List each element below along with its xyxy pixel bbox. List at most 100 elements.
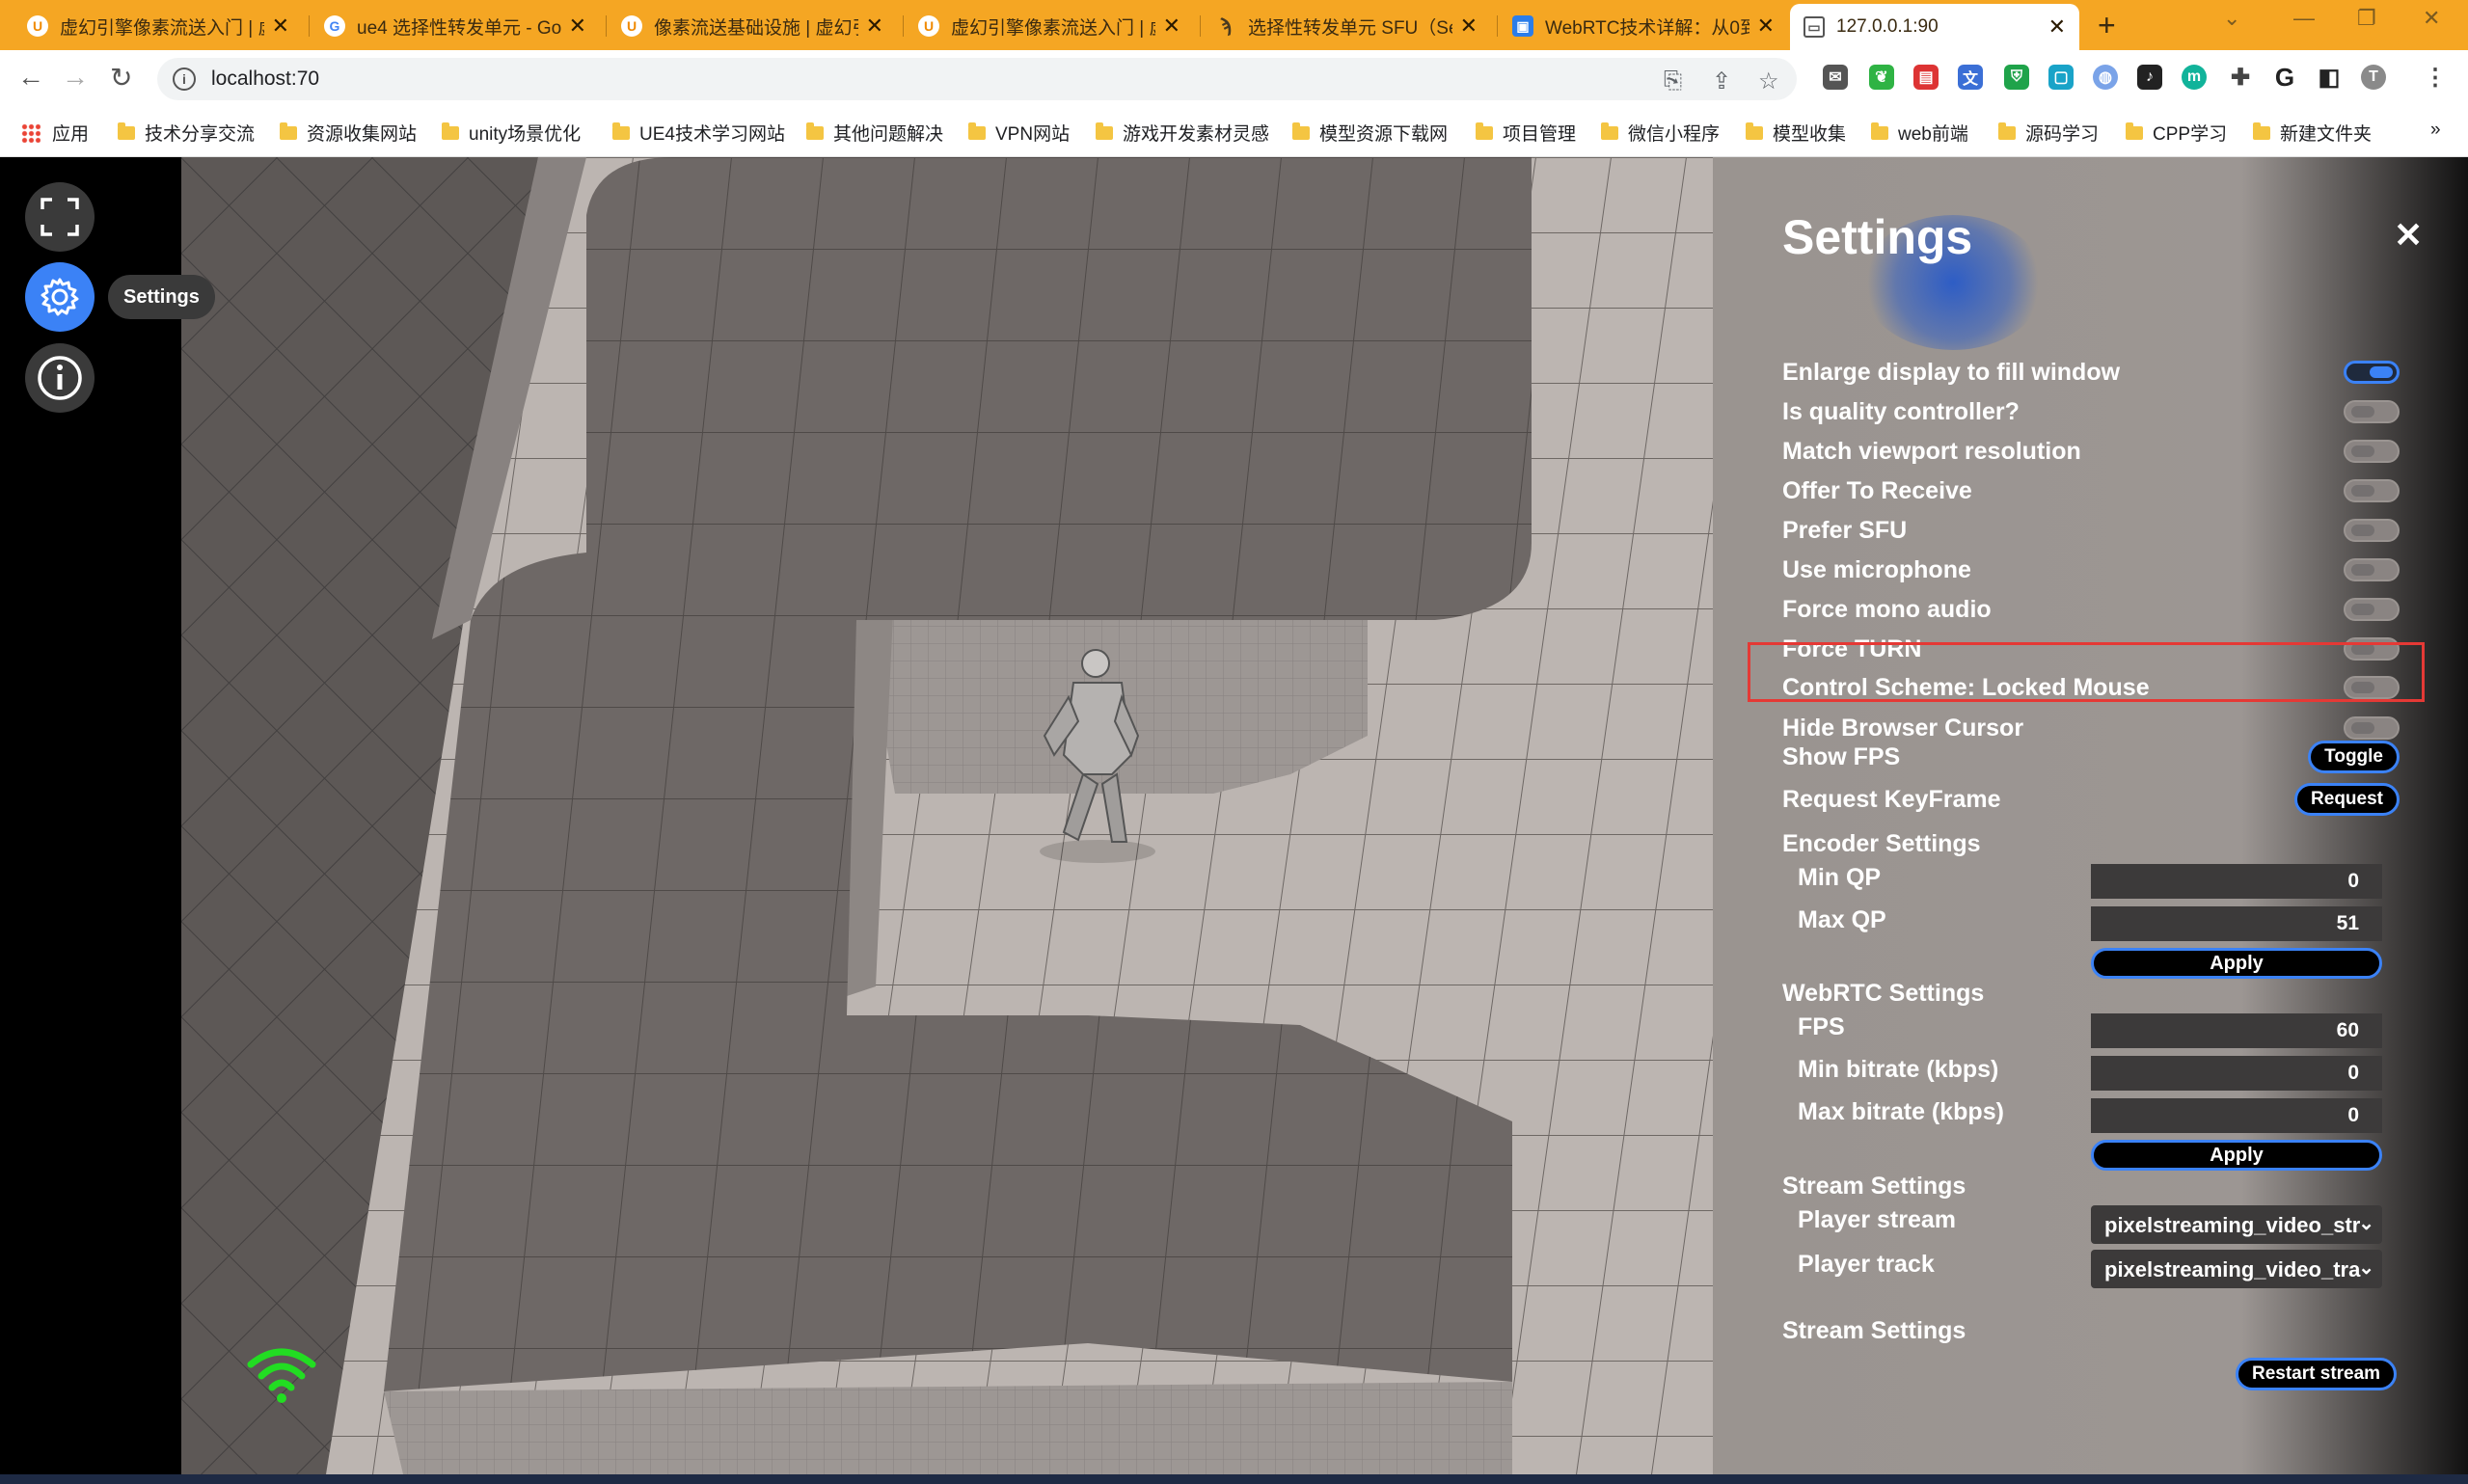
stream-settings-heading: Stream Settings: [1782, 1173, 1966, 1200]
tab-active[interactable]: ▭ 127.0.0.1:90 ✕: [1790, 4, 2079, 50]
shield-ext-icon[interactable]: ⛨: [2004, 65, 2029, 90]
bookmark-folder[interactable]: UE4技术学习网站: [612, 120, 785, 146]
tab-close-icon[interactable]: ✕: [272, 13, 289, 39]
tab-4[interactable]: U 虚幻引擎像素流送入门 | 虚 ✕: [905, 6, 1194, 46]
address-text[interactable]: localhost:70: [211, 67, 319, 91]
book-ext-icon[interactable]: ▤: [1913, 65, 1939, 90]
forward-icon[interactable]: →: [62, 62, 89, 93]
sidepanel-icon[interactable]: ◧: [2317, 65, 2342, 91]
tab-title: 像素流送基础设施 | 虚幻引: [654, 17, 858, 39]
request-keyframe-button[interactable]: Request: [2294, 783, 2400, 816]
folder-icon: [968, 121, 986, 140]
translate-icon[interactable]: ⎘: [1664, 67, 1682, 94]
setting-row: Prefer SFU: [1782, 513, 2400, 548]
evernote-ext-icon[interactable]: ❦: [1869, 65, 1894, 90]
bookmark-folder[interactable]: 其他问题解决: [806, 120, 943, 146]
player-stream-label: Player stream: [1798, 1206, 1957, 1233]
bookmark-folder[interactable]: web前端: [1871, 120, 1968, 146]
webrtc-apply-button[interactable]: Apply: [2091, 1140, 2382, 1171]
tab-close-icon[interactable]: ✕: [1163, 13, 1180, 39]
tab-6[interactable]: ▣ WebRTC技术详解：从0到 ✕: [1499, 6, 1788, 46]
setting-toggle[interactable]: [2344, 479, 2400, 502]
bookmarks-bar: 应用 技术分享交流 资源收集网站 unity场景优化 UE4技术学习网站 其他问…: [0, 108, 2468, 157]
player-track-select[interactable]: pixelstreaming_video_tra ⌄: [2091, 1250, 2382, 1288]
bookmark-folder[interactable]: unity场景优化: [442, 120, 581, 146]
bookmark-folder[interactable]: VPN网站: [968, 120, 1070, 146]
tab-5[interactable]: ϡ 选择性转发单元 SFU（Sel ✕: [1202, 6, 1491, 46]
setting-toggle[interactable]: [2344, 361, 2400, 384]
back-icon[interactable]: ←: [17, 62, 44, 93]
settings-button[interactable]: [25, 262, 95, 332]
setting-toggle[interactable]: [2344, 400, 2400, 423]
max-qp-input[interactable]: 51: [2091, 906, 2382, 941]
profile-avatar[interactable]: T: [2361, 65, 2386, 90]
tab-strip: U 虚幻引擎像素流送入门 | 虚 ✕ G ue4 选择性转发单元 - Go ✕ …: [0, 0, 2468, 50]
apps-grid-icon: [21, 122, 41, 143]
tab-close-icon[interactable]: ✕: [1757, 13, 1775, 39]
min-bitrate-input[interactable]: 0: [2091, 1056, 2382, 1091]
maximize-icon[interactable]: ❐: [2357, 6, 2376, 31]
minimize-icon[interactable]: —: [2293, 6, 2315, 31]
info-button[interactable]: [25, 343, 95, 413]
bookmark-folder[interactable]: 项目管理: [1476, 120, 1576, 146]
close-icon[interactable]: ✕: [2394, 215, 2423, 256]
tab-close-icon[interactable]: ✕: [1460, 13, 1478, 39]
tiktok-ext-icon[interactable]: ♪: [2137, 65, 2162, 90]
window-close-icon[interactable]: ✕: [2423, 6, 2440, 31]
encoder-apply-button[interactable]: Apply: [2091, 948, 2382, 979]
bookmark-folder[interactable]: 新建文件夹: [2253, 120, 2372, 146]
bookmark-folder[interactable]: 模型资源下载网: [1292, 120, 1448, 146]
fps-label: FPS: [1798, 1013, 1845, 1040]
extensions-puzzle-icon[interactable]: ✚: [2228, 65, 2253, 91]
tab-3[interactable]: U 像素流送基础设施 | 虚幻引 ✕: [608, 6, 897, 46]
bookmark-star-icon[interactable]: ☆: [1758, 67, 1779, 95]
restart-stream-button[interactable]: Restart stream: [2236, 1358, 2398, 1390]
m-ext-icon[interactable]: m: [2182, 65, 2207, 90]
player-stream-select[interactable]: pixelstreaming_video_str ⌄: [2091, 1205, 2382, 1244]
webrtc-favicon-icon: ▣: [1512, 15, 1533, 37]
toggle-fps-button[interactable]: Toggle: [2308, 741, 2400, 773]
tab-close-icon[interactable]: ✕: [2048, 14, 2066, 40]
more-bookmarks-icon[interactable]: »: [2430, 120, 2441, 141]
bookmark-folder[interactable]: 资源收集网站: [280, 120, 417, 146]
game-video-viewport[interactable]: [181, 157, 1713, 1474]
bookmark-folder[interactable]: 微信小程序: [1601, 120, 1720, 146]
menu-kebab-icon[interactable]: ⋮: [2423, 65, 2448, 91]
bookmark-folder[interactable]: 源码学习: [1998, 120, 2099, 146]
tab-search-chevron-icon[interactable]: ⌄: [2223, 6, 2240, 31]
bookmark-apps[interactable]: 应用: [21, 120, 89, 146]
tab-2[interactable]: G ue4 选择性转发单元 - Go ✕: [311, 6, 600, 46]
bookmark-folder[interactable]: 模型收集: [1746, 120, 1846, 146]
game-scene: [181, 157, 1713, 1474]
ramp-side-face: [384, 1382, 1512, 1474]
address-bar[interactable]: i localhost:70 ⎘ ⇪ ☆: [157, 58, 1797, 100]
min-qp-input[interactable]: 0: [2091, 864, 2382, 899]
bookmark-folder[interactable]: CPP学习: [2126, 120, 2227, 146]
bookmark-folder[interactable]: 技术分享交流: [118, 120, 255, 146]
setting-toggle[interactable]: [2344, 716, 2400, 740]
setting-toggle[interactable]: [2344, 440, 2400, 463]
setting-toggle[interactable]: [2344, 519, 2400, 542]
share-icon[interactable]: ⇪: [1712, 67, 1731, 95]
tab-close-icon[interactable]: ✕: [569, 13, 586, 39]
setting-toggle[interactable]: [2344, 558, 2400, 581]
screen-ext-icon[interactable]: ▢: [2048, 65, 2074, 90]
fullscreen-button[interactable]: [25, 182, 95, 252]
bookmark-folder[interactable]: 游戏开发素材灵感: [1096, 120, 1269, 146]
player-track-label: Player track: [1798, 1251, 1935, 1278]
reload-icon[interactable]: ↻: [110, 62, 132, 94]
gmail-ext-icon[interactable]: ✉: [1823, 65, 1848, 90]
site-info-icon[interactable]: i: [173, 67, 196, 91]
tab-1[interactable]: U 虚幻引擎像素流送入门 | 虚 ✕: [14, 6, 303, 46]
max-bitrate-label: Max bitrate (kbps): [1798, 1098, 2004, 1125]
globe-ext-icon[interactable]: ◍: [2093, 65, 2118, 90]
connection-strength-icon[interactable]: [245, 1343, 318, 1405]
setting-toggle[interactable]: [2344, 598, 2400, 621]
max-bitrate-input[interactable]: 0: [2091, 1098, 2382, 1133]
new-tab-icon[interactable]: +: [2098, 8, 2116, 43]
fps-input[interactable]: 60: [2091, 1013, 2382, 1048]
tab-close-icon[interactable]: ✕: [866, 13, 883, 39]
settings-title: Settings: [1782, 210, 1973, 264]
translator-ext-icon[interactable]: 文: [1958, 65, 1983, 90]
google-icon[interactable]: G: [2272, 63, 2297, 92]
